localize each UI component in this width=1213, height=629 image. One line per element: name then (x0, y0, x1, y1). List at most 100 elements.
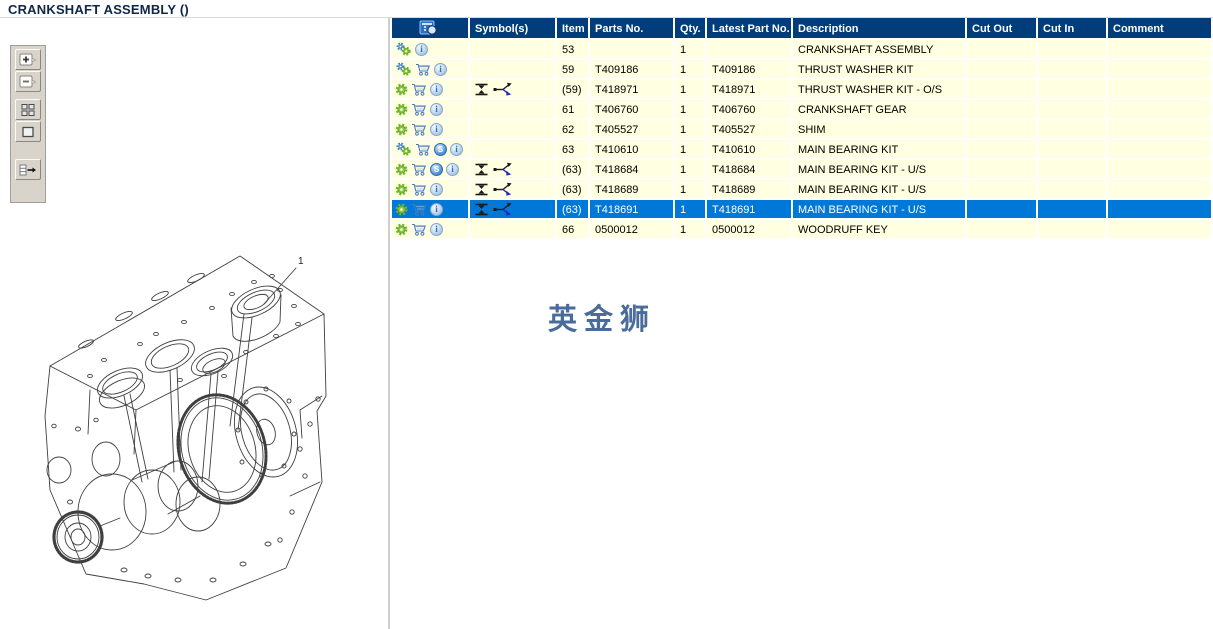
watermark-text: 英金狮 (548, 304, 657, 336)
gear-icon[interactable] (395, 163, 408, 176)
s-badge-icon[interactable]: S (434, 142, 447, 156)
symbols-cell (470, 220, 557, 240)
comment-cell (1108, 120, 1213, 140)
engine-block-drawing: 1 (28, 244, 364, 616)
table-row[interactable]: i 59 T409186 1 T409186 THRUST WASHER KIT (392, 60, 1213, 80)
cart-icon[interactable] (411, 203, 427, 216)
cart-icon[interactable] (411, 123, 427, 136)
export-list-button[interactable] (15, 159, 41, 180)
row-actions-cell: i (392, 40, 470, 60)
comment-cell (1108, 140, 1213, 160)
zoom-in-button[interactable] (15, 49, 41, 70)
add-gears-icon[interactable] (395, 142, 412, 156)
alternative-symbol-icon (493, 182, 512, 196)
cut-out-cell (967, 200, 1038, 220)
add-gears-icon[interactable] (395, 62, 412, 76)
item-cell: (63) (557, 200, 590, 220)
cart-icon[interactable] (411, 103, 427, 116)
symbols-cell (470, 200, 557, 220)
table-row[interactable]: i (63) T418689 1 T418689 MAIN BEARING KIT - U… (392, 180, 1213, 200)
latest-part-no-cell: T405527 (707, 120, 793, 140)
cut-out-cell (967, 140, 1038, 160)
cart-icon[interactable] (411, 223, 427, 236)
description-cell: THRUST WASHER KIT - O/S (793, 80, 967, 100)
qty-cell: 1 (675, 160, 707, 180)
info-icon[interactable]: i (450, 142, 463, 156)
fit-view-button[interactable] (15, 121, 41, 142)
description-cell: MAIN BEARING KIT (793, 140, 967, 160)
symbols-cell (470, 160, 557, 180)
zoom-out-button[interactable] (15, 71, 41, 92)
info-icon[interactable]: i (430, 122, 443, 136)
qty-cell: 1 (675, 80, 707, 100)
latest-part-no-cell (707, 40, 793, 60)
item-cell: 53 (557, 40, 590, 60)
latest-part-no-cell: T418684 (707, 160, 793, 180)
cut-in-cell (1038, 80, 1108, 100)
symbols-cell (470, 80, 557, 100)
oversize-symbol-icon (475, 203, 488, 215)
comment-cell (1108, 220, 1213, 240)
table-row[interactable]: i 62 T405527 1 T405527 SHIM (392, 120, 1213, 140)
gear-icon[interactable] (395, 103, 408, 116)
item-cell: 63 (557, 140, 590, 160)
symbols-cell (470, 60, 557, 80)
info-icon[interactable]: i (446, 162, 459, 176)
row-actions-cell: i (392, 180, 470, 200)
comment-cell (1108, 100, 1213, 120)
cut-in-cell (1038, 160, 1108, 180)
cart-icon[interactable] (415, 143, 431, 156)
table-row[interactable]: i 53 1 CRANKSHAFT ASSEMBLY (392, 40, 1213, 60)
header-icons-column (392, 18, 470, 40)
cart-icon[interactable] (415, 63, 431, 76)
info-icon[interactable]: i (430, 82, 443, 96)
page-title: CRANKSHAFT ASSEMBLY () (8, 2, 189, 17)
header-cut-out: Cut Out (967, 18, 1038, 40)
parts-no-cell: T418691 (590, 200, 675, 220)
symbols-cell (470, 140, 557, 160)
header-comment: Comment (1108, 18, 1213, 40)
cart-icon[interactable] (411, 183, 427, 196)
gear-icon[interactable] (395, 203, 408, 216)
info-icon[interactable]: i (430, 102, 443, 116)
table-row[interactable]: Si 63 T410610 1 T410610 MAIN BEARING KIT (392, 140, 1213, 160)
table-row[interactable]: i 61 T406760 1 T406760 CRANKSHAFT GEAR (392, 100, 1213, 120)
latest-part-no-cell: T409186 (707, 60, 793, 80)
row-actions-cell: Si (392, 140, 470, 160)
header-description: Description (793, 18, 967, 40)
table-row[interactable]: i (59) T418971 1 T418971 THRUST WASHER KIT - … (392, 80, 1213, 100)
s-badge-icon[interactable]: S (430, 162, 443, 176)
cut-in-cell (1038, 40, 1108, 60)
cart-icon[interactable] (411, 83, 427, 96)
cart-icon[interactable] (411, 163, 427, 176)
cut-out-cell (967, 60, 1038, 80)
gear-icon[interactable] (395, 123, 408, 136)
table-row[interactable]: i (63) T418691 1 T418691 MAIN BEARING KIT - U… (392, 200, 1213, 220)
table-row[interactable]: i 66 0500012 1 0500012 WOODRUFF KEY (392, 220, 1213, 240)
table-row[interactable]: Si (63) T418684 1 T418684 MAIN BEARING KIT - … (392, 160, 1213, 180)
item-cell: (63) (557, 180, 590, 200)
description-cell: MAIN BEARING KIT - U/S (793, 200, 967, 220)
cut-in-cell (1038, 140, 1108, 160)
alternative-symbol-icon (493, 82, 512, 96)
info-icon[interactable]: i (430, 202, 443, 216)
info-icon[interactable]: i (434, 62, 447, 76)
cut-in-cell (1038, 60, 1108, 80)
item-cell: 62 (557, 120, 590, 140)
cut-out-cell (967, 40, 1038, 60)
info-icon[interactable]: i (415, 42, 428, 56)
latest-part-no-cell: T418971 (707, 80, 793, 100)
gear-icon[interactable] (395, 83, 408, 96)
info-icon[interactable]: i (430, 222, 443, 236)
comment-cell (1108, 60, 1213, 80)
header-cut-in: Cut In (1038, 18, 1108, 40)
gear-icon[interactable] (395, 183, 408, 196)
gear-icon[interactable] (395, 223, 408, 236)
add-gears-icon[interactable] (395, 42, 412, 56)
header-item: Item (557, 18, 590, 40)
info-icon[interactable]: i (430, 182, 443, 196)
tile-view-button[interactable] (15, 99, 41, 120)
cut-out-cell (967, 100, 1038, 120)
drawing-toolbar (10, 45, 46, 203)
header-latest-part-no: Latest Part No. (707, 18, 793, 40)
